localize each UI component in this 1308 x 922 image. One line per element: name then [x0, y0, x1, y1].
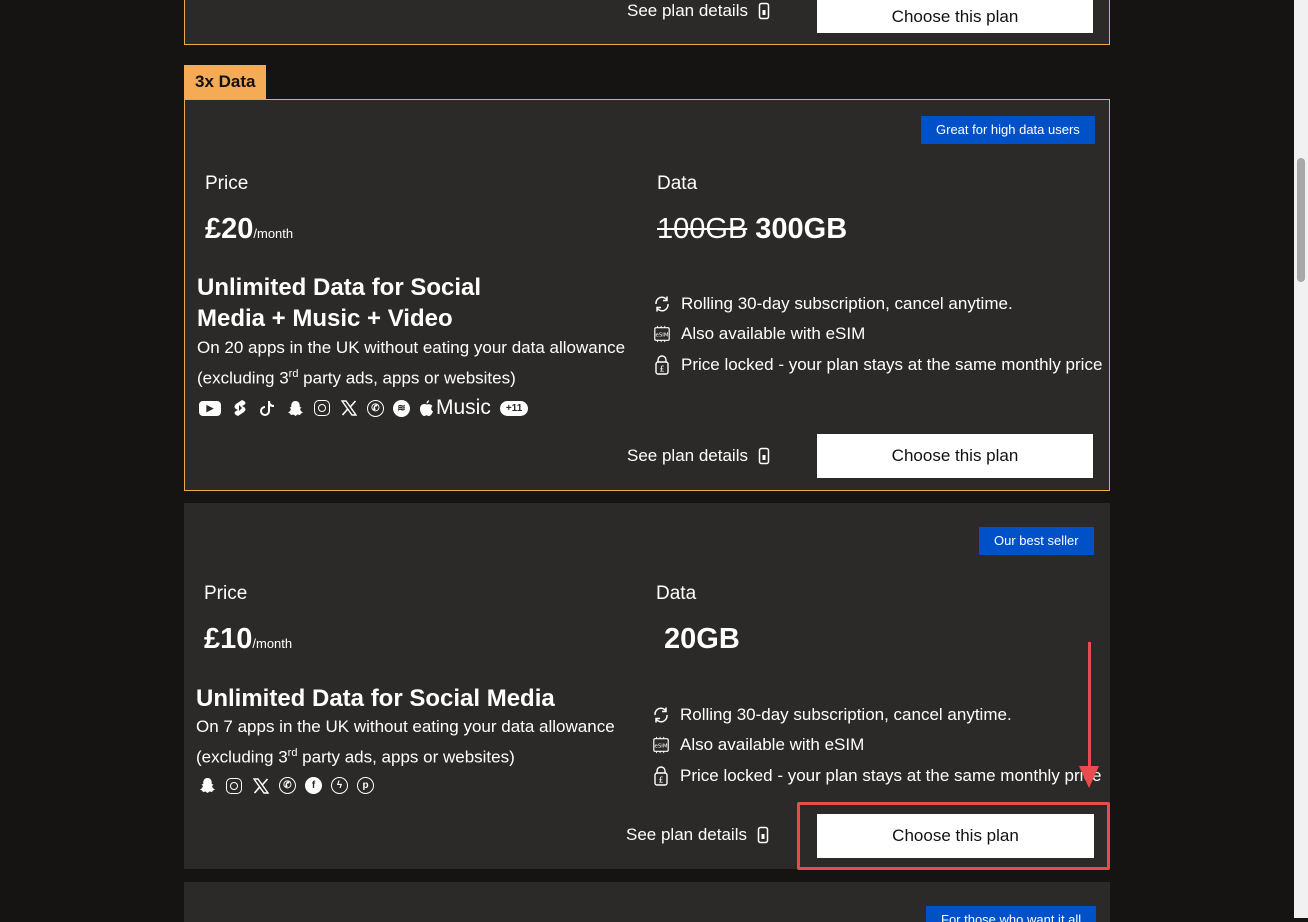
app-icons: ✆ f ϟ p [198, 776, 374, 795]
phone-icon [758, 2, 770, 20]
see-plan-details-link[interactable]: See plan details [626, 825, 769, 845]
more-apps-badge: +11 [499, 400, 529, 416]
desc-line2-a: (excluding 3 [197, 368, 289, 388]
see-plan-details-label: See plan details [627, 446, 748, 465]
pound-lock-icon: £ [653, 355, 671, 375]
feature-price-lock: £ Price locked - your plan stays at the … [653, 355, 1102, 375]
apple-music-icon: Music [419, 396, 491, 420]
svg-text:eSIM: eSIM [655, 744, 668, 750]
price-amount: £10 [204, 623, 253, 655]
x-icon [251, 776, 270, 795]
snapchat-icon [198, 776, 217, 795]
youtube-icon: ▶ [199, 400, 221, 416]
see-plan-details-label: See plan details [627, 1, 748, 20]
data-value: 20GB [664, 623, 740, 655]
refresh-icon [652, 706, 670, 724]
desc-line2: (excluding 3rd party ads, apps or websit… [197, 361, 625, 392]
feature-rolling: Rolling 30-day subscription, cancel anyt… [652, 705, 1012, 725]
price-label: Price [204, 583, 248, 604]
feature-price-lock: £ Price locked - your plan stays at the … [652, 766, 1101, 786]
desc-line2: (excluding 3rd party ads, apps or websit… [196, 740, 615, 771]
pinterest-icon: p [357, 777, 374, 794]
plan-card-3x-data: Great for high data users Price £20/mont… [184, 99, 1110, 491]
price-amount: £20 [205, 213, 254, 245]
phone-icon [757, 826, 769, 844]
desc-line1: On 20 apps in the UK without eating your… [197, 338, 626, 357]
instagram-icon [226, 777, 242, 794]
apple-music-label: Music [436, 396, 491, 419]
price-label: Price [205, 173, 249, 194]
price-value: £10/month [204, 623, 292, 656]
messenger-icon: ϟ [331, 777, 348, 794]
refresh-icon [653, 295, 671, 313]
all-badge: For those who want it all [926, 906, 1097, 922]
price-per: /month [253, 226, 294, 241]
see-plan-details-link[interactable]: See plan details [627, 1, 770, 21]
highlight-box [797, 802, 1110, 870]
see-plan-details-link[interactable]: See plan details [627, 446, 770, 466]
plan-card-top: See plan details Choose this plan [184, 0, 1110, 45]
facebook-icon: f [305, 777, 322, 794]
feature-rolling-text: Rolling 30-day subscription, cancel anyt… [681, 294, 1013, 313]
instagram-icon [314, 400, 330, 416]
high-data-badge: Great for high data users [921, 116, 1095, 144]
desc-line2-a: (excluding 3 [196, 747, 288, 767]
pound-lock-icon: £ [652, 766, 670, 786]
feature-rolling: Rolling 30-day subscription, cancel anyt… [653, 294, 1013, 314]
desc-line1: On 7 apps in the UK without eating your … [196, 717, 615, 736]
data-old: 100GB [657, 213, 748, 245]
esim-chip-icon: eSIM [653, 325, 671, 343]
desc-line2-b: party ads, apps or websites) [297, 747, 515, 767]
scrollbar-track[interactable] [1294, 0, 1308, 918]
price-per: /month [252, 636, 293, 651]
svg-text:eSIM: eSIM [656, 333, 669, 339]
svg-text:£: £ [659, 365, 664, 374]
phone-icon [758, 447, 770, 465]
x-icon [339, 399, 358, 418]
feature-esim: eSIM Also available with eSIM [652, 735, 864, 755]
see-plan-details-label: See plan details [626, 825, 747, 844]
choose-plan-button[interactable]: Choose this plan [817, 0, 1093, 33]
annotation-arrow-line [1088, 642, 1091, 772]
feature-esim-text: Also available with eSIM [680, 735, 865, 754]
price-value: £20/month [205, 213, 293, 246]
whatsapp-icon: ✆ [279, 777, 296, 794]
whatsapp-icon: ✆ [367, 399, 384, 417]
scrollbar-thumb[interactable] [1297, 158, 1305, 282]
spotify-icon: ≋ [393, 399, 410, 417]
feature-rolling-text: Rolling 30-day subscription, cancel anyt… [680, 705, 1012, 724]
desc-sup: rd [288, 368, 299, 380]
plan-headline: Unlimited Data for Social Media + Music … [197, 272, 481, 334]
snapchat-icon [286, 399, 305, 418]
desc-line2-b: party ads, apps or websites) [298, 368, 516, 388]
feature-price-lock-text: Price locked - your plan stays at the sa… [680, 766, 1102, 785]
esim-chip-icon: eSIM [652, 736, 670, 754]
app-icons: ▶ ✆ ≋ Music +11 [199, 396, 529, 420]
plan-headline: Unlimited Data for Social Media [196, 685, 555, 712]
best-seller-badge: Our best seller [979, 527, 1094, 555]
choose-plan-button[interactable]: Choose this plan [817, 434, 1093, 478]
plan-description: On 7 apps in the UK without eating your … [196, 714, 615, 771]
plan-headline-line2: Media + Music + Video [197, 305, 453, 332]
plan-headline-line1: Unlimited Data for Social [197, 274, 482, 301]
feature-esim-text: Also available with eSIM [681, 324, 866, 343]
desc-sup: rd [287, 747, 298, 759]
feature-esim: eSIM Also available with eSIM [653, 324, 865, 344]
data-label: Data [657, 173, 698, 194]
plan-card-bottom: For those who want it all [184, 882, 1110, 922]
svg-text:£: £ [658, 776, 663, 785]
data-value: 100GB 300GB [657, 213, 847, 246]
data-label: Data [656, 583, 697, 604]
annotation-arrow-head [1079, 766, 1099, 788]
feature-price-lock-text: Price locked - your plan stays at the sa… [681, 355, 1103, 374]
data-new: 300GB [755, 213, 848, 245]
plan-description: On 20 apps in the UK without eating your… [197, 335, 625, 392]
3x-data-tag: 3x Data [184, 65, 267, 99]
youtube-shorts-icon [230, 399, 249, 418]
tiktok-icon [258, 399, 277, 418]
